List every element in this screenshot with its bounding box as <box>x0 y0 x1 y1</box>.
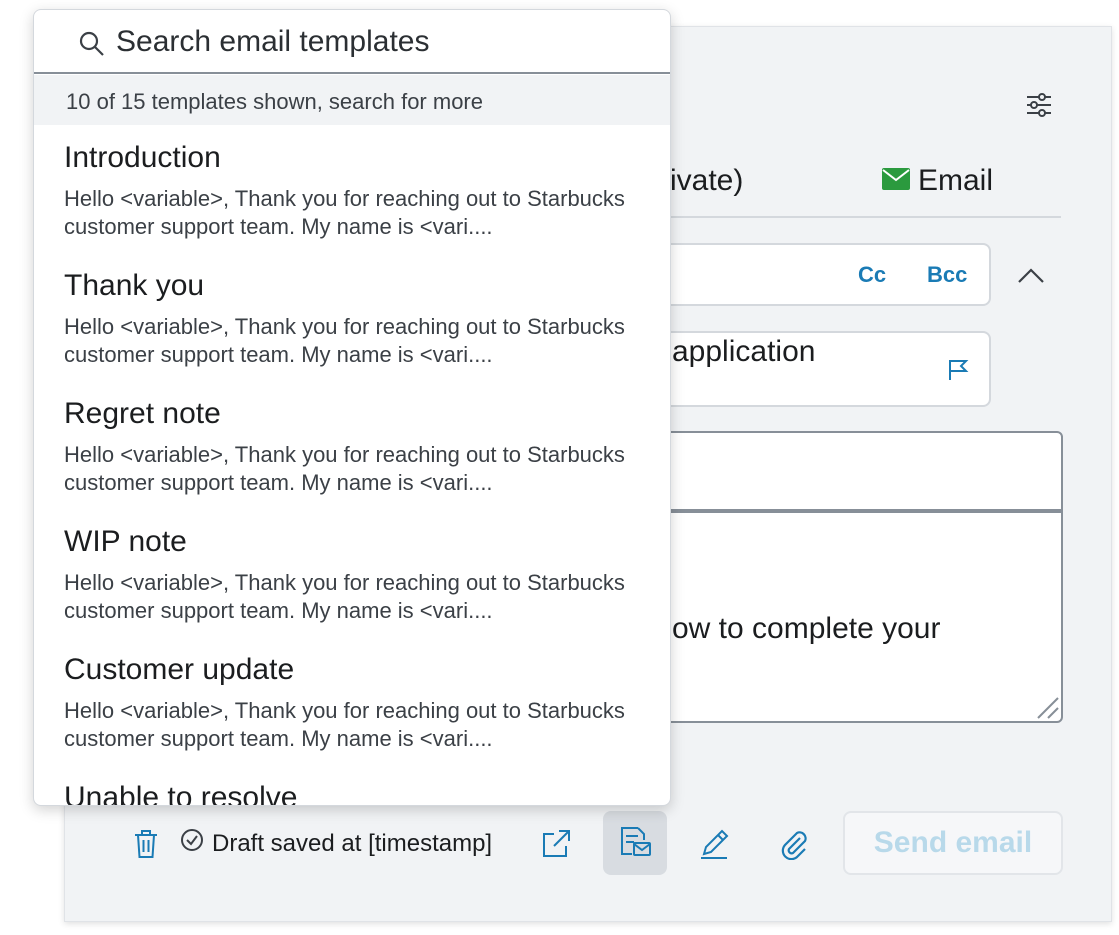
tab-email[interactable]: Email <box>882 164 993 198</box>
template-item[interactable]: Thank you Hello <variable>, Thank you fo… <box>34 253 670 381</box>
subject-text: application <box>672 335 816 368</box>
template-preview: Hello <variable>, Thank you for reaching… <box>64 698 625 751</box>
email-body-text: ow to complete your <box>672 612 941 645</box>
tab-divider <box>640 216 1061 218</box>
email-template-button[interactable] <box>603 811 667 875</box>
tab-email-label: Email <box>918 164 994 197</box>
trash-icon[interactable] <box>126 824 166 864</box>
template-search-row <box>34 10 670 74</box>
draft-status-text: Draft saved at [timestamp] <box>212 829 493 857</box>
template-preview: Hello <variable>, Thank you for reaching… <box>64 570 625 623</box>
bcc-button[interactable]: Bcc <box>927 262 967 288</box>
envelope-icon <box>882 164 910 198</box>
template-name: Thank you <box>64 269 205 302</box>
template-name: Introduction <box>64 141 221 174</box>
email-template-dropdown: 10 of 15 templates shown, search for mor… <box>33 9 671 806</box>
paperclip-icon[interactable] <box>774 824 814 864</box>
template-name: Regret note <box>64 397 221 430</box>
send-email-button[interactable]: Send email <box>843 811 1063 875</box>
popout-icon[interactable] <box>536 824 576 864</box>
search-icon <box>78 30 106 58</box>
template-list: Introduction Hello <variable>, Thank you… <box>34 125 670 806</box>
template-item[interactable]: Customer update Hello <variable>, Thank … <box>34 637 670 765</box>
email-template-icon <box>618 824 652 863</box>
template-search-input[interactable] <box>116 20 636 64</box>
template-name: Customer update <box>64 653 295 686</box>
template-item[interactable]: WIP note Hello <variable>, Thank you for… <box>34 509 670 637</box>
cc-button[interactable]: Cc <box>858 262 886 288</box>
template-preview: Hello <variable>, Thank you for reaching… <box>64 442 625 495</box>
signature-icon[interactable] <box>694 824 734 864</box>
settings-sliders-icon[interactable] <box>1020 88 1058 122</box>
chevron-up-icon[interactable] <box>1012 258 1050 292</box>
resize-handle-icon[interactable] <box>1034 694 1060 720</box>
template-count-info: 10 of 15 templates shown, search for mor… <box>34 75 670 125</box>
template-name: WIP note <box>64 525 187 558</box>
template-item[interactable]: Regret note Hello <variable>, Thank you … <box>34 381 670 509</box>
template-preview: Hello <variable>, Thank you for reaching… <box>64 314 625 367</box>
check-circle-icon <box>180 828 204 859</box>
template-preview: Hello <variable>, Thank you for reaching… <box>64 186 625 239</box>
flag-icon[interactable] <box>942 354 974 386</box>
template-item[interactable]: Introduction Hello <variable>, Thank you… <box>34 125 670 253</box>
template-name: Unable to resolve <box>64 781 298 806</box>
draft-status: Draft saved at [timestamp] <box>180 828 492 859</box>
template-item[interactable]: Unable to resolve <box>34 765 670 806</box>
